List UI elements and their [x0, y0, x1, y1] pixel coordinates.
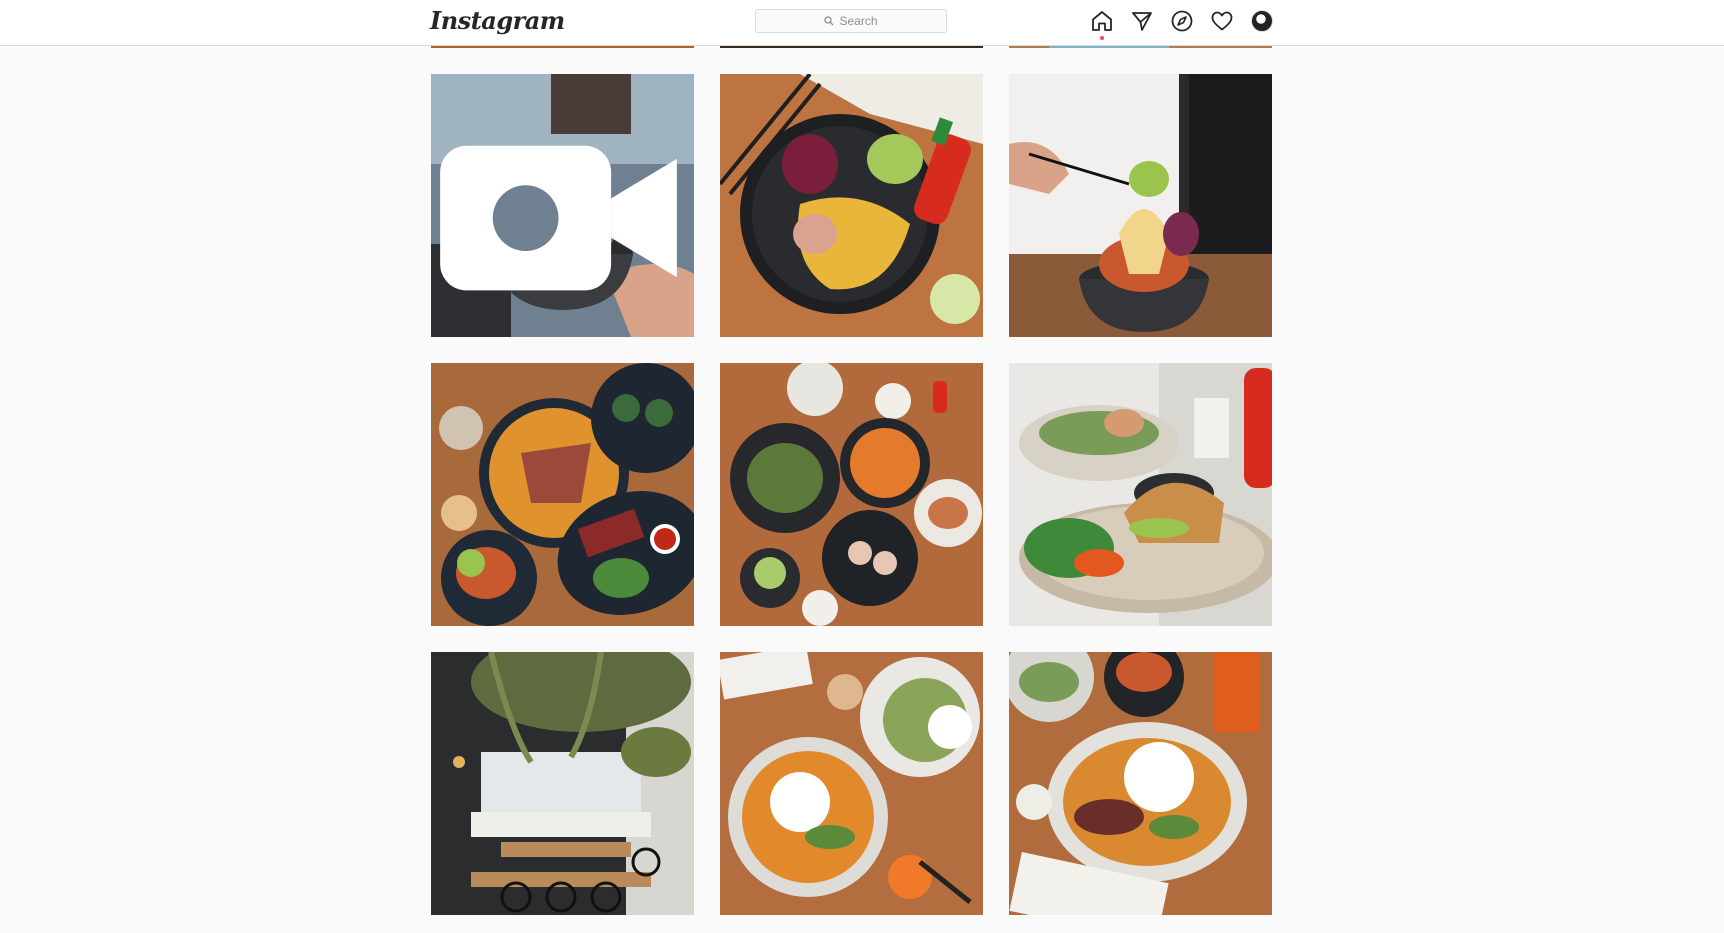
post-thumbnail[interactable] [431, 363, 694, 626]
post-thumbnail[interactable] [720, 363, 983, 626]
post-thumbnail[interactable] [1009, 363, 1272, 626]
home-icon[interactable] [1090, 9, 1114, 40]
direct-icon[interactable] [1130, 9, 1154, 33]
post-thumbnail[interactable] [1009, 74, 1272, 337]
top-navigation-bar: Instagram Search [0, 0, 1724, 46]
explore-icon[interactable] [1170, 9, 1194, 33]
instagram-profile-page: Instagram Search [0, 0, 1724, 933]
instagram-logo[interactable]: Instagram [430, 6, 565, 35]
nav-icons [1090, 9, 1274, 40]
post-thumbnail[interactable] [720, 652, 983, 915]
avatar [1251, 10, 1273, 32]
activity-heart-icon[interactable] [1210, 9, 1234, 33]
notification-dot [1100, 36, 1104, 40]
search-input[interactable]: Search [755, 9, 947, 33]
post-thumbnail[interactable] [1009, 652, 1272, 915]
post-thumbnail[interactable] [431, 652, 694, 915]
post-thumbnail[interactable] [431, 74, 694, 337]
video-icon [440, 145, 677, 291]
search-placeholder: Search [839, 14, 878, 28]
search-icon [824, 16, 834, 26]
post-thumbnail[interactable] [720, 74, 983, 337]
profile-avatar-button[interactable] [1250, 9, 1274, 33]
